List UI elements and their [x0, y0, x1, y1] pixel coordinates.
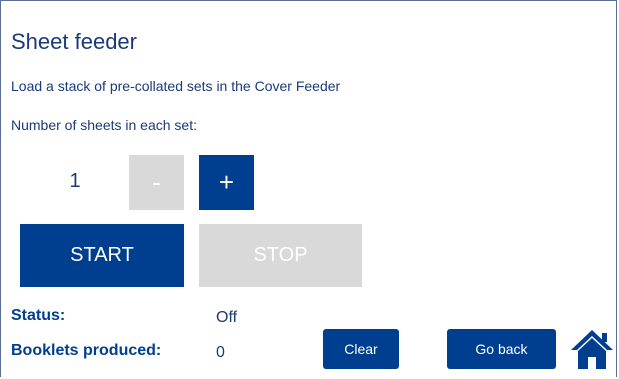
- home-icon: [571, 330, 613, 369]
- decrement-button[interactable]: -: [129, 155, 184, 210]
- home-button[interactable]: [569, 325, 615, 371]
- booklets-produced-value: 0: [216, 344, 225, 361]
- instruction-text: Load a stack of pre-collated sets in the…: [11, 78, 341, 94]
- clear-button[interactable]: Clear: [323, 329, 399, 369]
- stop-button[interactable]: STOP: [199, 224, 362, 287]
- increment-button[interactable]: +: [199, 155, 254, 210]
- sheets-per-set-label: Number of sheets in each set:: [11, 117, 197, 133]
- status-label: Status:: [11, 307, 66, 324]
- start-button[interactable]: START: [20, 224, 184, 287]
- panel-frame: [0, 0, 617, 377]
- sheet-count-value: 1: [69, 170, 81, 192]
- go-back-button[interactable]: Go back: [447, 329, 556, 369]
- page-title: Sheet feeder: [11, 29, 137, 54]
- booklets-produced-label: Booklets produced:: [11, 342, 162, 359]
- status-value: Off: [216, 309, 238, 326]
